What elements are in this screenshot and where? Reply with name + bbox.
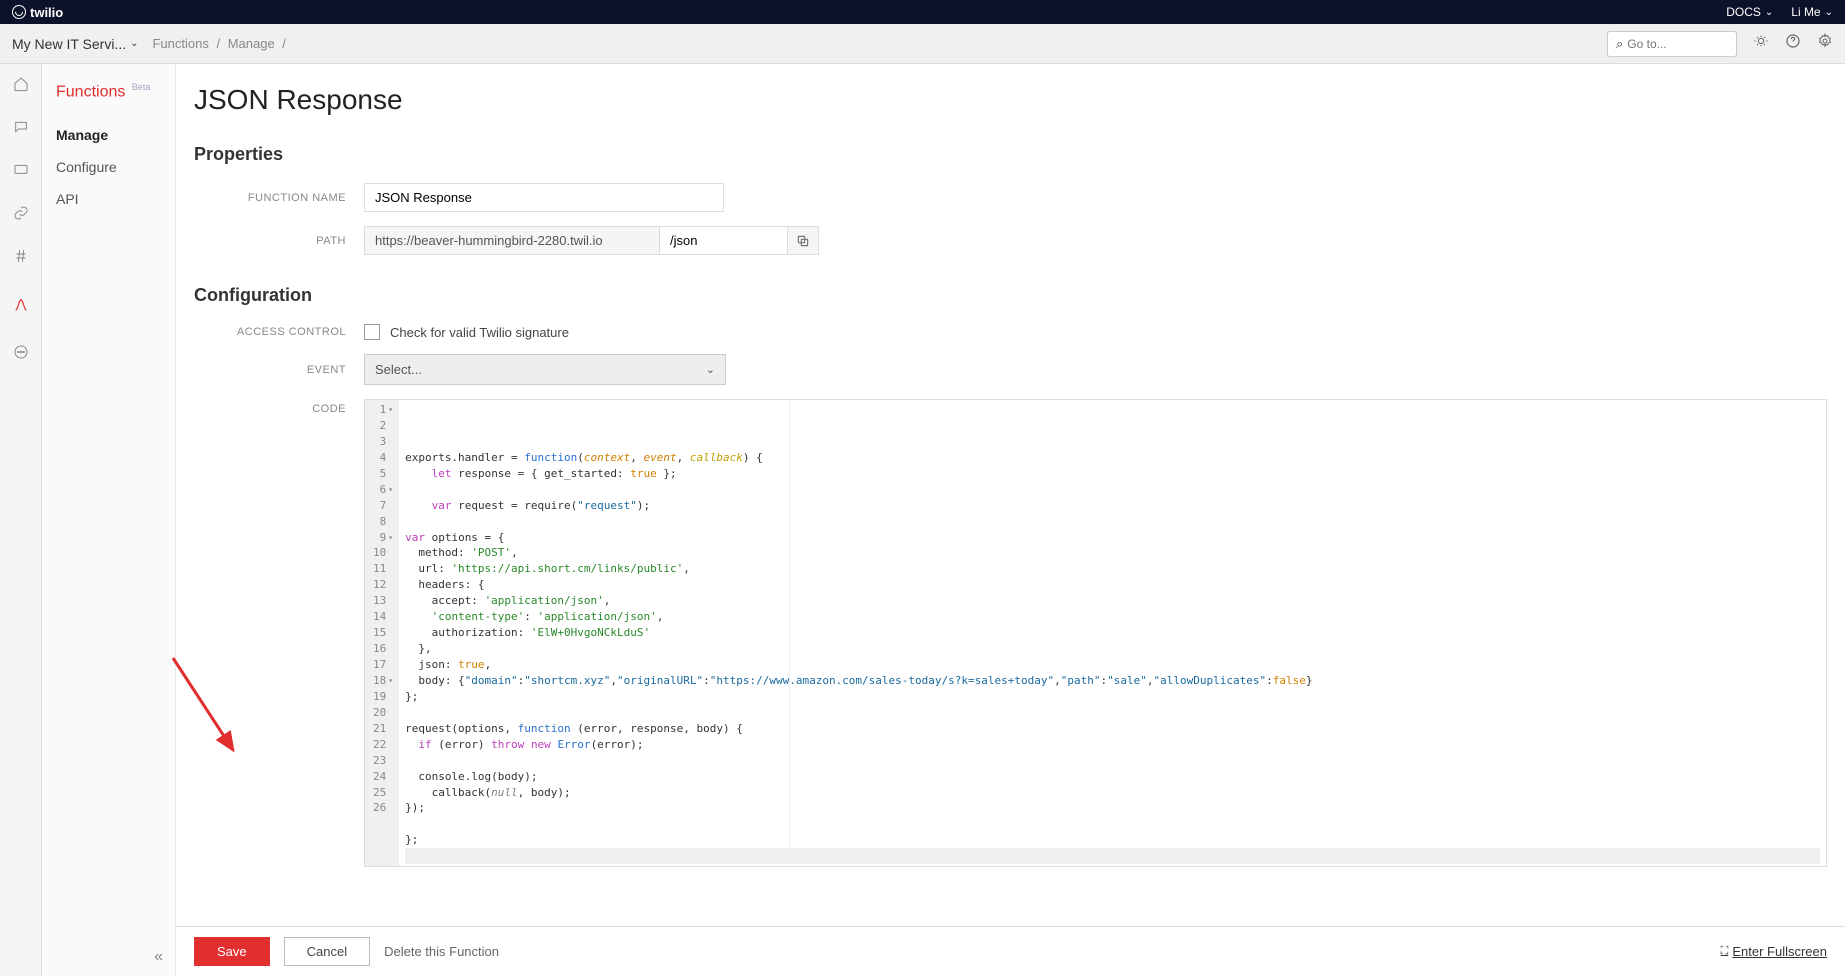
breadcrumb-item[interactable]: Manage — [228, 36, 275, 51]
fullscreen-label: Enter Fullscreen — [1732, 944, 1827, 959]
chat-icon[interactable] — [13, 162, 29, 183]
search-input[interactable] — [1627, 37, 1728, 51]
access-control-checkbox-label: Check for valid Twilio signature — [390, 325, 569, 340]
collapse-sidebar-icon[interactable]: « — [154, 948, 163, 966]
icon-rail — [0, 64, 42, 976]
brand-text: twilio — [30, 5, 63, 20]
path-label: PATH — [194, 235, 364, 247]
user-label: Li Me — [1791, 5, 1820, 19]
beta-badge: Beta — [132, 82, 151, 92]
sidebar-title-text: Functions — [56, 83, 125, 100]
fullscreen-icon: ⛶ — [1721, 945, 1729, 958]
copy-icon — [796, 234, 810, 248]
chevron-down-icon: ⌄ — [1765, 7, 1773, 18]
path-input[interactable] — [660, 226, 788, 255]
event-label: EVENT — [194, 364, 364, 376]
event-select-value: Select... — [375, 362, 422, 377]
function-name-label: FUNCTION NAME — [194, 192, 364, 204]
project-switcher[interactable]: My New IT Servi... ⌄ — [12, 36, 138, 52]
save-button[interactable]: Save — [194, 937, 270, 966]
help-icon[interactable] — [1785, 33, 1801, 54]
chevron-down-icon: ⌄ — [130, 38, 138, 49]
twilio-logo-icon — [12, 5, 26, 19]
search-icon: ⌕ — [1616, 36, 1623, 52]
settings-icon[interactable] — [1817, 33, 1833, 54]
more-icon[interactable] — [13, 344, 29, 365]
link-icon[interactable] — [13, 205, 29, 226]
content: JSON Response Properties FUNCTION NAME P… — [176, 64, 1845, 976]
footer-bar: Save Cancel Delete this Function ⛶ Enter… — [176, 926, 1845, 976]
docs-menu[interactable]: DOCS ⌄ — [1726, 5, 1773, 19]
sidebar-title[interactable]: Functions Beta — [56, 82, 175, 101]
top-bar: twilio DOCS ⌄ Li Me ⌄ — [0, 0, 1845, 24]
sub-bar: My New IT Servi... ⌄ Functions / Manage … — [0, 24, 1845, 64]
sidebar-item-manage[interactable]: Manage — [56, 119, 175, 151]
functions-icon[interactable] — [13, 297, 29, 318]
sidebar-item-configure[interactable]: Configure — [56, 151, 175, 183]
user-menu[interactable]: Li Me ⌄ — [1791, 5, 1833, 19]
search-box[interactable]: ⌕ — [1607, 31, 1737, 57]
sidebar: Functions Beta Manage Configure API « — [42, 64, 176, 976]
access-control-label: ACCESS CONTROL — [194, 326, 364, 338]
brand-logo[interactable]: twilio — [12, 5, 63, 20]
breadcrumb-item[interactable]: Functions — [152, 36, 208, 51]
copy-path-button[interactable] — [788, 226, 819, 255]
breadcrumb: Functions / Manage / — [148, 36, 285, 51]
event-select[interactable]: Select... ⌄ — [364, 354, 726, 385]
path-base-url: https://beaver-hummingbird-2280.twil.io — [364, 226, 660, 255]
code-body[interactable]: exports.handler = function(context, even… — [399, 400, 1826, 866]
cancel-button[interactable]: Cancel — [284, 937, 370, 966]
function-name-input[interactable] — [364, 183, 724, 212]
home-icon[interactable] — [13, 76, 29, 97]
hash-icon[interactable] — [13, 248, 29, 269]
configuration-heading: Configuration — [194, 285, 1827, 306]
chevron-down-icon: ⌄ — [706, 363, 715, 376]
chevron-down-icon: ⌄ — [1825, 7, 1833, 18]
messaging-icon[interactable] — [13, 119, 29, 140]
project-name-text: My New IT Servi... — [12, 36, 126, 52]
sidebar-item-api[interactable]: API — [56, 183, 175, 215]
code-gutter: 1▾2▾3▾4▾5▾6▾7▾8▾9▾10▾11▾12▾13▾14▾15▾16▾1… — [365, 400, 399, 866]
access-control-checkbox[interactable] — [364, 324, 380, 340]
docs-label: DOCS — [1726, 5, 1761, 19]
code-label: CODE — [194, 399, 364, 867]
delete-function-link[interactable]: Delete this Function — [384, 944, 499, 959]
properties-heading: Properties — [194, 144, 1827, 165]
debug-icon[interactable] — [1753, 33, 1769, 54]
code-editor[interactable]: 1▾2▾3▾4▾5▾6▾7▾8▾9▾10▾11▾12▾13▾14▾15▾16▾1… — [364, 399, 1827, 867]
fullscreen-link[interactable]: ⛶ Enter Fullscreen — [1721, 944, 1827, 959]
page-title: JSON Response — [194, 84, 1827, 116]
